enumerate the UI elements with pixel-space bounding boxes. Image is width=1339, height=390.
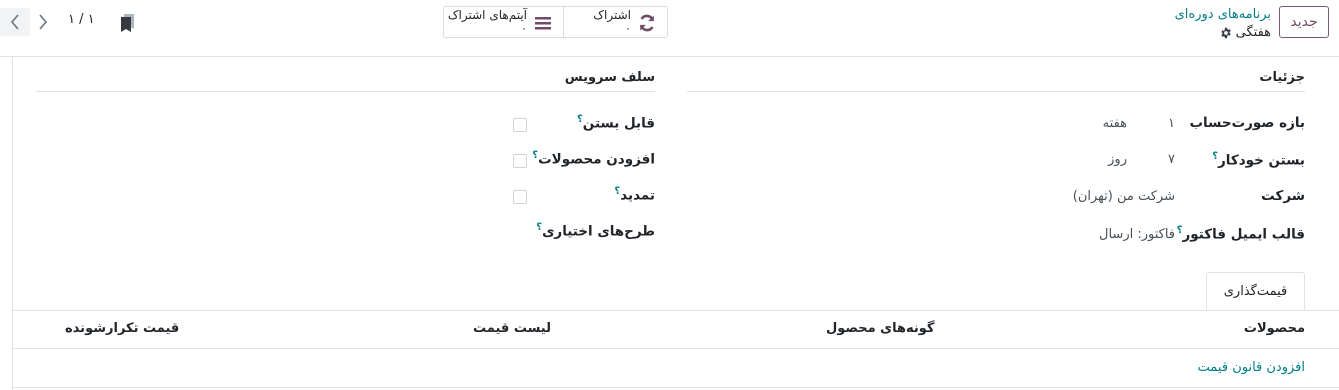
refresh-icon [640, 14, 654, 32]
new-button[interactable]: جدید [1279, 6, 1329, 38]
column-header-recurring-price[interactable]: قیمت تکرارشونده [65, 321, 179, 336]
details-group-title: جزئیات [1259, 70, 1305, 85]
self-service-group-title: سلف سرویس [564, 70, 655, 85]
subscriptions-count: ۰ [625, 22, 631, 35]
add-products-label: افزودن محصولات؟ [532, 150, 655, 168]
chevron-left-icon [10, 14, 19, 30]
closable-label: قابل بستن؟ [576, 114, 655, 132]
form-sheet [12, 57, 1339, 390]
pager-previous-button[interactable] [28, 8, 58, 36]
gear-icon[interactable] [1220, 27, 1232, 39]
renew-label: تمدید؟ [614, 186, 655, 204]
add-products-checkbox[interactable] [513, 154, 527, 168]
subscription-items-count: ۰ [521, 22, 527, 35]
company-value[interactable]: شرکت من (تهران) [1073, 189, 1175, 204]
billing-period-label: بازه صورت‌حساب [1189, 115, 1305, 131]
smart-buttons: آیتم‌های اشتراک ۰ اشتراک ۰ [443, 6, 668, 38]
company-label: شرکت [1261, 188, 1305, 204]
table-bottom-divider [12, 387, 1339, 388]
breadcrumb-current-label: هفتگی [1235, 25, 1271, 40]
subscription-items-label: آیتم‌های اشتراک [447, 8, 527, 22]
control-panel: جدید برنامه‌های دوره‌ای هفتگی آیتم‌های ا… [0, 0, 1339, 57]
subscriptions-label: اشتراک [593, 8, 631, 22]
auto-close-number[interactable]: ۷ [1168, 152, 1175, 167]
column-header-pricelist[interactable]: لیست قیمت [473, 321, 551, 336]
table-header-divider [12, 348, 1339, 349]
invoice-email-template-value[interactable]: فاکتور: ارسال [1099, 227, 1175, 242]
auto-close-label: بستن خودکار؟ [1212, 151, 1305, 169]
breadcrumb: برنامه‌های دوره‌ای هفتگی [1175, 6, 1271, 42]
add-price-rule-link[interactable]: افزودن قانون قیمت [1198, 360, 1305, 375]
tab-pricing[interactable]: قیمت‌گذاری [1206, 272, 1305, 310]
invoice-email-template-label: قالب ایمیل فاکتور؟ [1176, 225, 1305, 243]
self-service-separator [36, 91, 655, 92]
chevron-right-icon [39, 14, 48, 30]
billing-period-unit[interactable]: هفته [1103, 116, 1127, 131]
subscriptions-button[interactable]: اشتراک ۰ [564, 7, 667, 37]
column-header-products[interactable]: محصولات [1244, 321, 1305, 336]
list-icon [535, 17, 551, 30]
optional-plans-label: طرح‌های اختیاری؟ [536, 222, 655, 240]
billing-period-number[interactable]: ۱ [1168, 116, 1175, 131]
auto-close-unit[interactable]: روز [1108, 152, 1127, 167]
closable-checkbox[interactable] [513, 118, 527, 132]
breadcrumb-parent-link[interactable]: برنامه‌های دوره‌ای [1175, 6, 1271, 24]
pager-next-button[interactable] [0, 8, 30, 36]
renew-checkbox[interactable] [513, 190, 527, 204]
details-separator [687, 91, 1305, 92]
pager-value[interactable]: ۱ / ۱ [68, 12, 95, 27]
subscription-items-button[interactable]: آیتم‌های اشتراک ۰ [444, 7, 564, 37]
tab-divider [12, 310, 1339, 311]
breadcrumb-current: هفتگی [1175, 24, 1271, 42]
column-header-product-variants[interactable]: گونه‌های محصول [826, 321, 934, 336]
bookmark-icon[interactable] [121, 14, 134, 32]
